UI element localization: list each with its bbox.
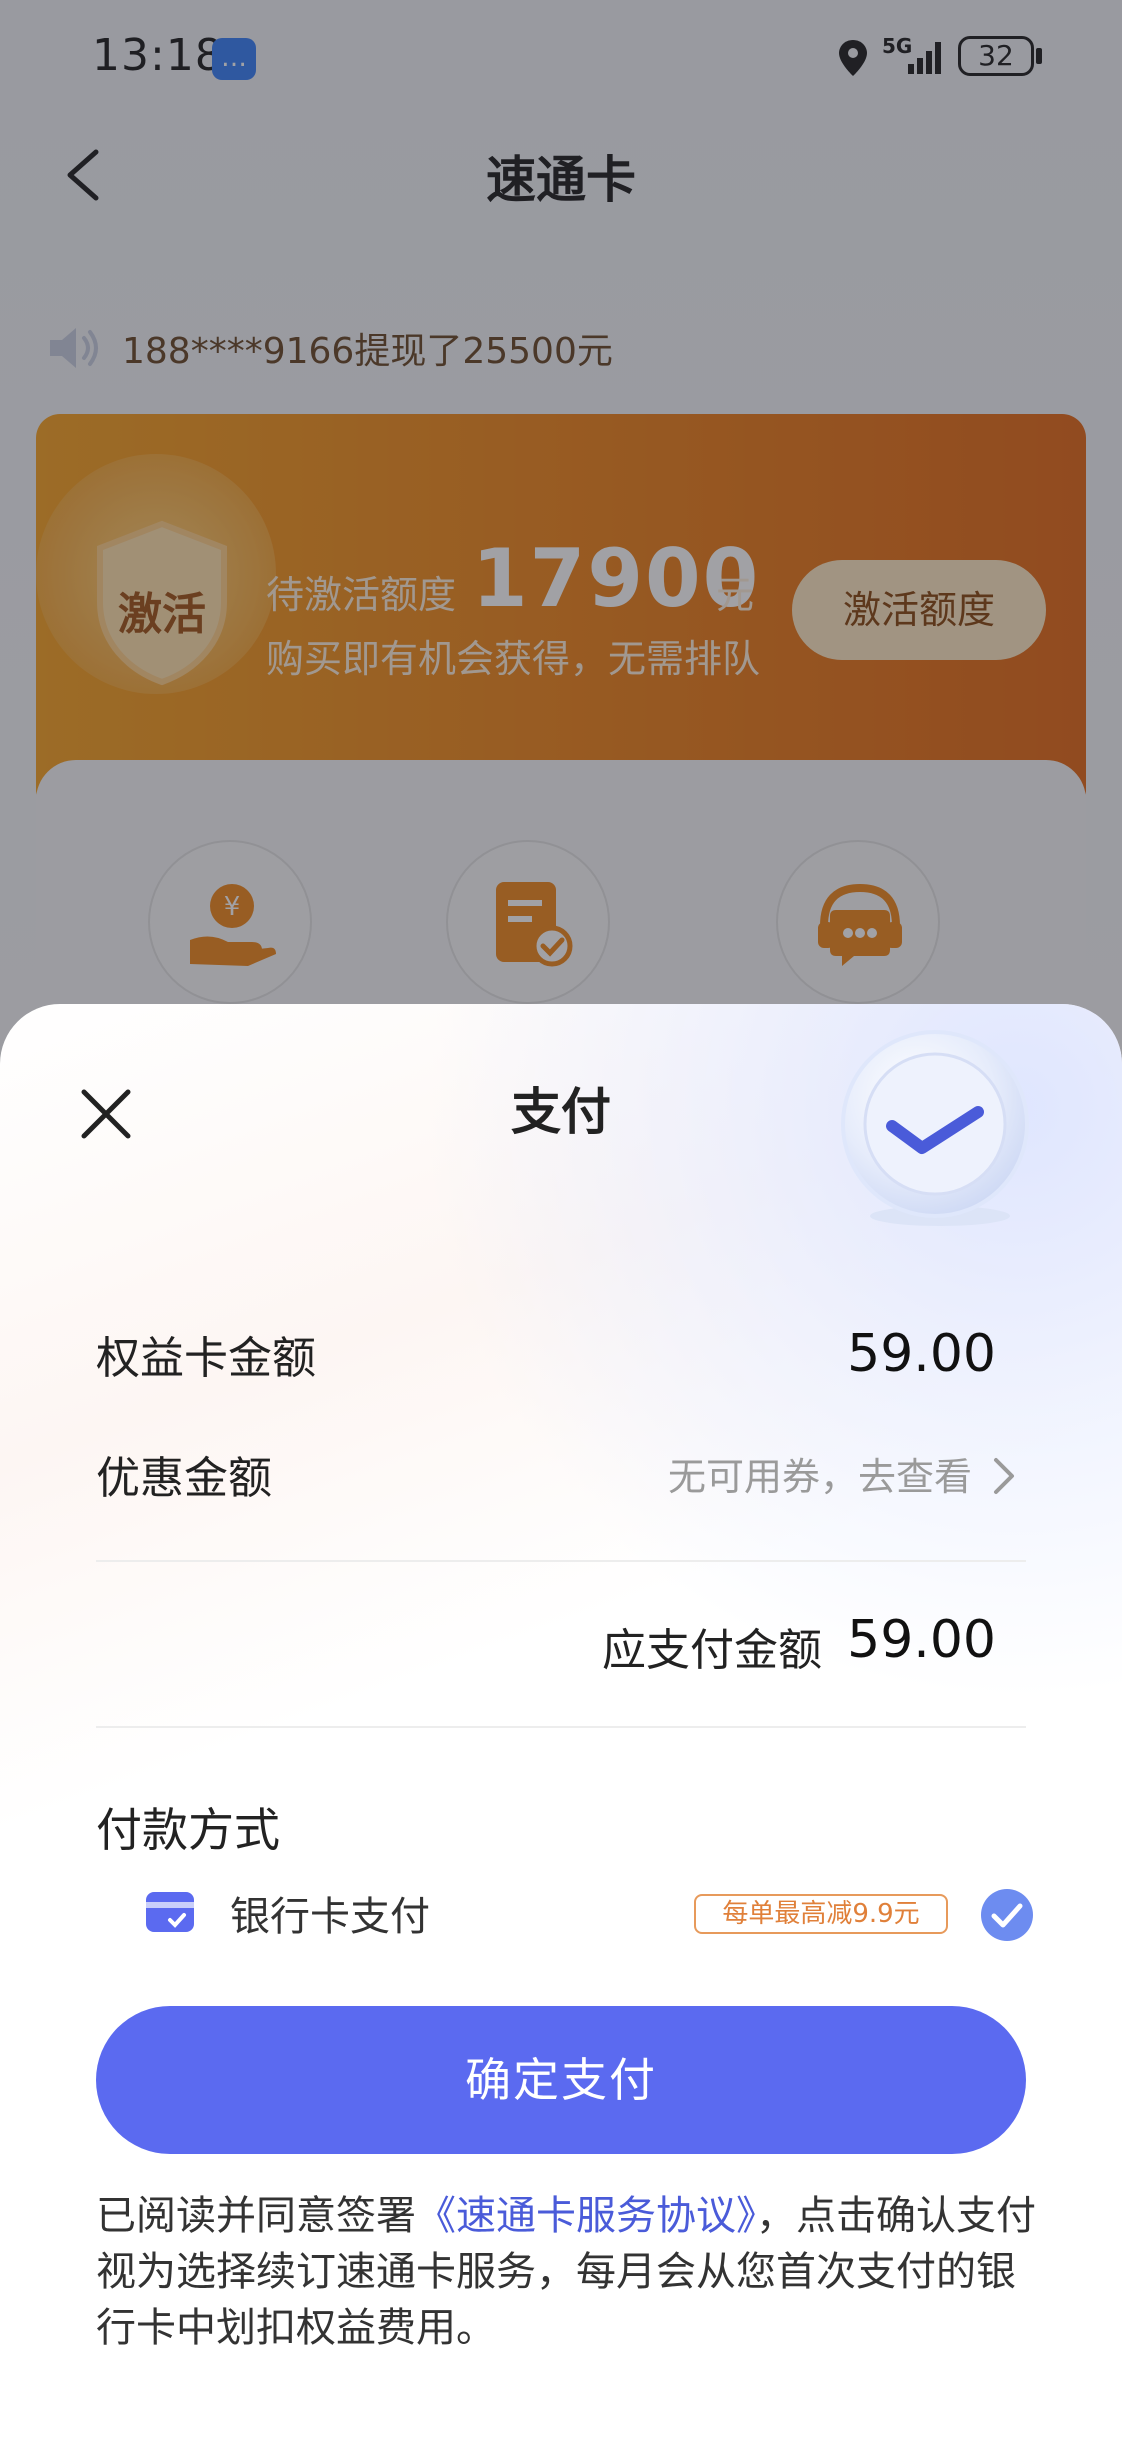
- discount-tag: 每单最高减9.9元: [694, 1894, 948, 1934]
- checkmark-icon[interactable]: [980, 1888, 1034, 1942]
- bank-card-payment-option[interactable]: 银行卡支付: [230, 1884, 430, 1942]
- divider: [96, 1726, 1026, 1728]
- bank-card-icon: [146, 1892, 194, 1932]
- card-amount-label: 权益卡金额: [96, 1333, 316, 1384]
- payment-sheet: 支付 权益卡金额 59.00 优惠金额 无可用券，去查看 应支付金额 59.00…: [0, 1004, 1122, 2442]
- check-badge-icon: [841, 1030, 1029, 1226]
- chevron-right-icon[interactable]: [992, 1456, 1016, 1496]
- agreement-text: 已阅读并同意签署《速通卡服务协议》，点击确认支付视为选择续订速通卡服务，每月会从…: [96, 2188, 1036, 2356]
- payment-method-title: 付款方式: [96, 1803, 280, 1857]
- agreement-prefix: 已阅读并同意签署: [96, 2193, 416, 2239]
- discount-label: 优惠金额: [96, 1453, 272, 1504]
- divider: [96, 1560, 1026, 1562]
- service-agreement-link[interactable]: 《速通卡服务协议》: [416, 2193, 756, 2239]
- confirm-payment-button[interactable]: 确定支付: [96, 2006, 1026, 2154]
- card-amount-value: 59.00: [847, 1324, 996, 1384]
- payable-label: 应支付金额: [602, 1625, 822, 1676]
- coupon-link[interactable]: 无可用券，去查看: [668, 1446, 972, 1501]
- payable-value: 59.00: [847, 1610, 996, 1670]
